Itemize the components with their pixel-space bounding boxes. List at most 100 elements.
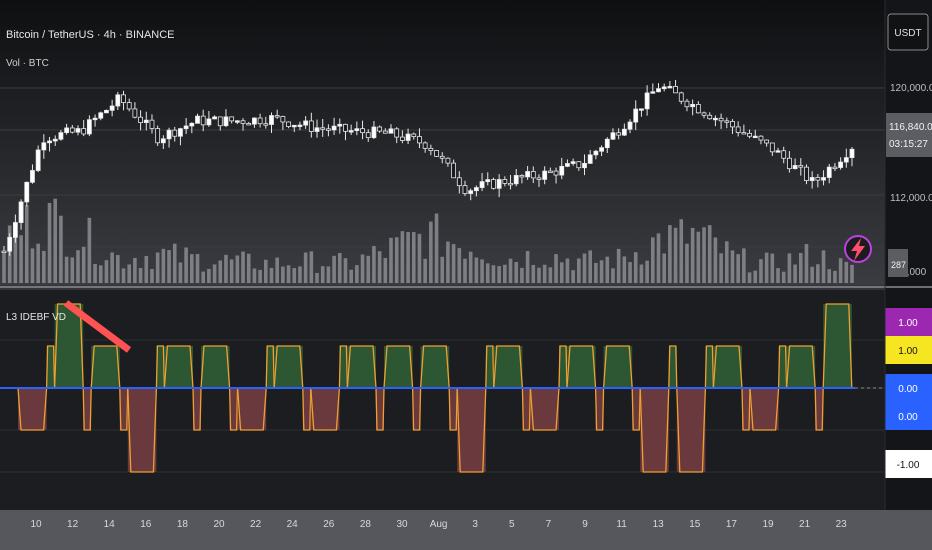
candle-body bbox=[7, 236, 13, 252]
volume-bar bbox=[662, 253, 666, 283]
candle-body bbox=[661, 86, 667, 90]
volume-bar bbox=[702, 227, 706, 283]
candle-body bbox=[115, 94, 121, 107]
time-tick: 17 bbox=[726, 519, 738, 530]
candle-body bbox=[308, 120, 314, 132]
candle-body bbox=[320, 127, 326, 130]
candle-body bbox=[343, 123, 348, 132]
volume-bar bbox=[497, 266, 501, 283]
indicator-block bbox=[713, 346, 742, 388]
volume-bar bbox=[628, 262, 632, 283]
candle-body bbox=[491, 179, 496, 189]
candle-body bbox=[58, 132, 64, 140]
volume-bar bbox=[127, 264, 132, 283]
current-price-badge bbox=[886, 113, 932, 157]
volume-bar bbox=[116, 255, 120, 283]
volume-bar bbox=[451, 244, 456, 283]
candle-body bbox=[804, 166, 809, 182]
volume-bar bbox=[491, 265, 496, 283]
volume-bar bbox=[64, 256, 69, 283]
indicator-badge-value: 1.00 bbox=[898, 318, 918, 329]
candle-body bbox=[582, 162, 587, 169]
chart-container: Bitcoin / TetherUS · 4h · BINANCE Vol · … bbox=[0, 0, 932, 550]
candle-body bbox=[849, 148, 855, 159]
volume-bar bbox=[781, 271, 786, 283]
candle-body bbox=[337, 123, 343, 127]
candle-body bbox=[126, 102, 132, 110]
volume-bar bbox=[411, 232, 416, 283]
volume-bar bbox=[275, 257, 279, 283]
candle-body bbox=[502, 179, 508, 184]
volume-bar bbox=[582, 253, 587, 283]
volume-bar bbox=[565, 258, 570, 283]
candle-body bbox=[769, 142, 775, 153]
volume-bar bbox=[696, 231, 701, 283]
time-tick: Aug bbox=[430, 519, 448, 530]
volume-bar bbox=[668, 225, 672, 283]
candle-body bbox=[730, 121, 735, 128]
candle-body bbox=[121, 94, 126, 104]
volume-bar bbox=[577, 258, 581, 283]
indicator-title: L3 IDEBF VD bbox=[6, 312, 66, 323]
volume-bar bbox=[161, 248, 166, 283]
volume-bar bbox=[719, 253, 723, 283]
volume-bar bbox=[59, 215, 63, 283]
volume-bar bbox=[343, 258, 348, 283]
candle-body bbox=[530, 171, 536, 179]
volume-bar bbox=[144, 255, 149, 283]
volume-bar bbox=[571, 270, 575, 283]
candle-body bbox=[348, 130, 354, 133]
candle-body bbox=[183, 125, 189, 130]
candle-body bbox=[439, 155, 445, 159]
volume-bar bbox=[440, 256, 445, 283]
candle-body bbox=[354, 128, 360, 131]
volume-bar bbox=[429, 221, 433, 283]
volume-bar bbox=[611, 268, 615, 283]
candle-body bbox=[786, 157, 792, 170]
candle-body bbox=[570, 161, 576, 164]
candle-body bbox=[633, 108, 639, 123]
countdown: 03:15:27 bbox=[889, 139, 928, 150]
indicator-block bbox=[384, 346, 413, 388]
candle-body bbox=[280, 116, 286, 123]
candle-body bbox=[747, 132, 752, 137]
indicator-block bbox=[18, 388, 47, 430]
volume-bar bbox=[337, 253, 342, 283]
volume-bar bbox=[508, 258, 513, 283]
candle-body bbox=[377, 126, 383, 132]
time-tick: 10 bbox=[30, 519, 42, 530]
volume-bar bbox=[673, 227, 678, 283]
volume-bar bbox=[355, 265, 359, 283]
candle-body bbox=[52, 138, 58, 142]
volume-bar bbox=[366, 255, 371, 283]
time-tick: 28 bbox=[360, 519, 372, 530]
candle-body bbox=[172, 129, 178, 137]
candle-body bbox=[30, 170, 35, 183]
candle-body bbox=[667, 86, 673, 89]
candle-body bbox=[485, 179, 491, 183]
candle-body bbox=[269, 115, 274, 125]
volume-bar bbox=[212, 264, 217, 283]
time-tick: 15 bbox=[689, 519, 701, 530]
volume-bar bbox=[531, 264, 536, 283]
candle-body bbox=[69, 127, 75, 133]
candle-body bbox=[1, 250, 7, 253]
indicator-block bbox=[274, 346, 303, 388]
volume-bar bbox=[542, 264, 547, 283]
volume-bar bbox=[400, 231, 405, 283]
candle-body bbox=[399, 136, 405, 141]
candle-body bbox=[47, 140, 52, 144]
candle-body bbox=[365, 132, 371, 139]
indicator-block bbox=[567, 346, 596, 388]
volume-bar bbox=[816, 264, 820, 283]
volume-bar bbox=[850, 264, 854, 283]
volume-bar bbox=[764, 252, 769, 283]
candle-body bbox=[701, 112, 707, 116]
volume-bar bbox=[292, 268, 297, 283]
time-tick: 14 bbox=[104, 519, 116, 530]
candle-body bbox=[508, 183, 513, 186]
candle-body bbox=[86, 119, 92, 135]
indicator-block bbox=[786, 346, 816, 388]
candle-body bbox=[223, 116, 229, 127]
candle-body bbox=[18, 201, 24, 223]
